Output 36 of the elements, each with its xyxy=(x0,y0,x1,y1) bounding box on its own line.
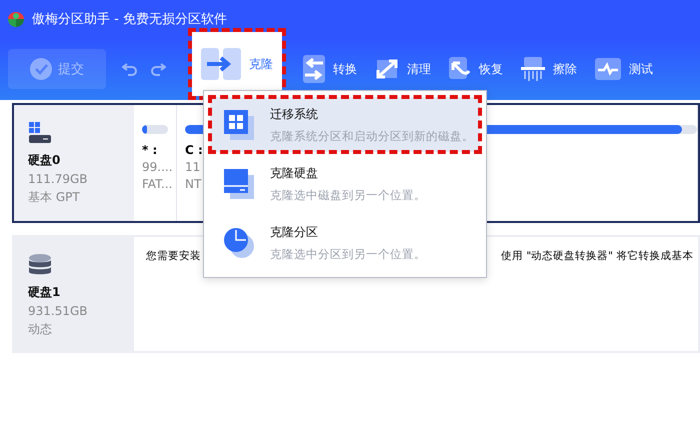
partition-size: 11 xyxy=(185,160,200,174)
partition-filesystem: FAT... xyxy=(142,177,172,191)
return-arrow-icon xyxy=(449,57,471,81)
message-text: 使用 "动态硬盘转换器" 将它转换成基本 xyxy=(501,249,694,264)
hard-drive-icon xyxy=(28,121,52,145)
toolbar-button[interactable]: 擦除 xyxy=(512,40,586,98)
partition-size: 99.... xyxy=(142,160,173,174)
app-logo-icon xyxy=(6,10,26,28)
drive-icon xyxy=(224,168,254,199)
menu-item-description: 克隆选中磁盘到另一个位置。 xyxy=(270,188,426,203)
menu-item-description: 克隆选中分区到另一个位置。 xyxy=(270,247,426,262)
swap-arrows-icon xyxy=(303,55,325,83)
arrow-right-icon xyxy=(201,48,241,80)
disk-name: 硬盘1 xyxy=(28,284,62,301)
disk-type: 基本 GPT xyxy=(28,189,81,206)
menu-item-title: 克隆硬盘 xyxy=(270,164,319,182)
disk-size: 931.51GB xyxy=(28,304,89,318)
disk-type: 动态 xyxy=(28,321,53,338)
disk-name: 硬盘0 xyxy=(28,152,62,169)
partition-letter: * : xyxy=(142,143,158,157)
disk-size: 111.79GB xyxy=(28,172,89,186)
partition-letter: C : xyxy=(185,143,203,157)
window-icon xyxy=(224,110,254,140)
menu-item-description: 克隆系统分区和启动分区到新的磁盘。 xyxy=(270,128,474,144)
message-text: 您需要安装 xyxy=(146,249,201,264)
menu-item-title: 迁移系统 xyxy=(270,106,319,123)
database-icon xyxy=(28,253,52,277)
pie-chart-icon xyxy=(224,228,254,258)
toolbar-button[interactable]: 测试 xyxy=(586,40,662,98)
shredder-icon xyxy=(521,57,545,81)
check-circle-icon xyxy=(30,58,52,80)
menu-item[interactable]: 迁移系统 克隆系统分区和启动分区到新的磁盘。 xyxy=(210,97,480,152)
toolbar-button[interactable]: 克隆 xyxy=(192,32,282,96)
expand-arrows-icon xyxy=(375,58,399,80)
partition-filesystem: NT xyxy=(185,177,202,191)
window-title: 傲梅分区助手 - 免费无损分区软件 xyxy=(32,11,227,28)
